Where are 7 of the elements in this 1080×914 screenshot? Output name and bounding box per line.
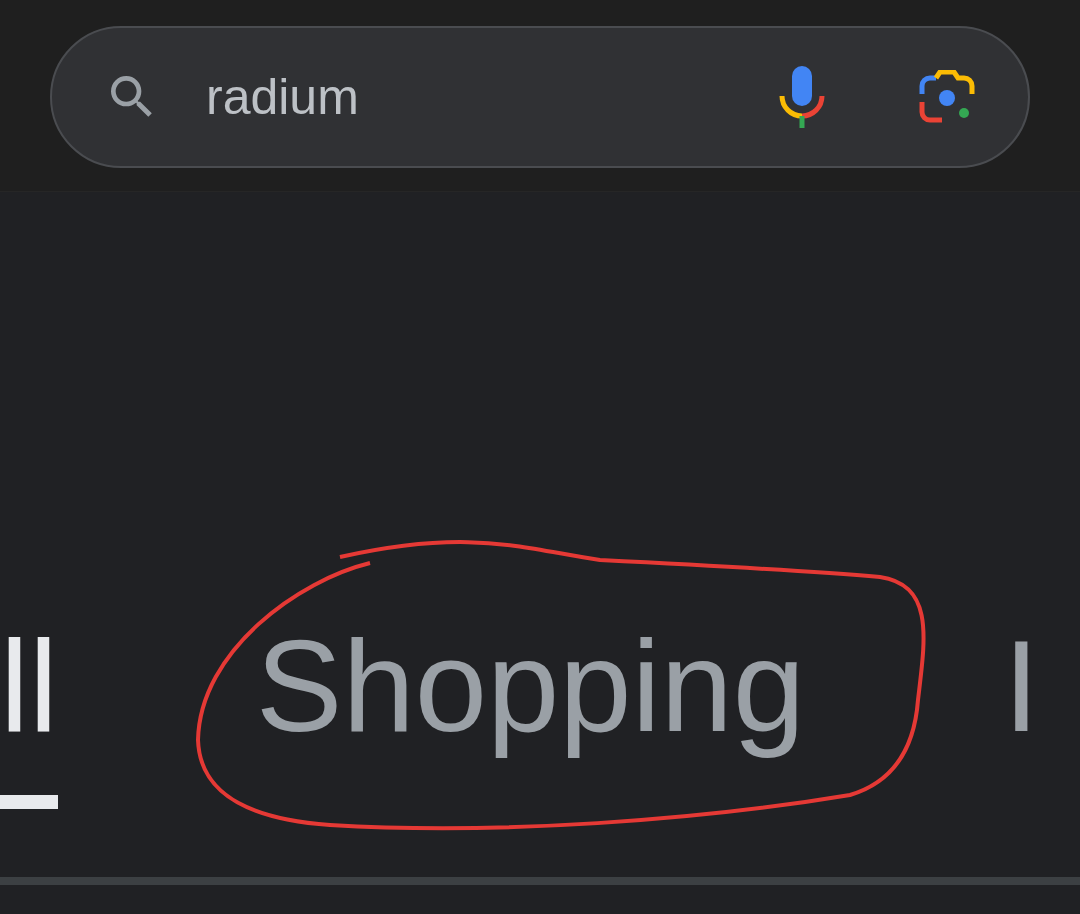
tab[interactable]: I [1003,621,1040,809]
camera-icon[interactable] [918,70,976,124]
search-input[interactable]: radium [206,59,778,135]
search-field[interactable]: radium [50,26,1030,168]
tab[interactable]: Shopping [255,621,806,809]
microphone-icon[interactable] [778,66,826,128]
tab[interactable]: ll [0,621,58,809]
